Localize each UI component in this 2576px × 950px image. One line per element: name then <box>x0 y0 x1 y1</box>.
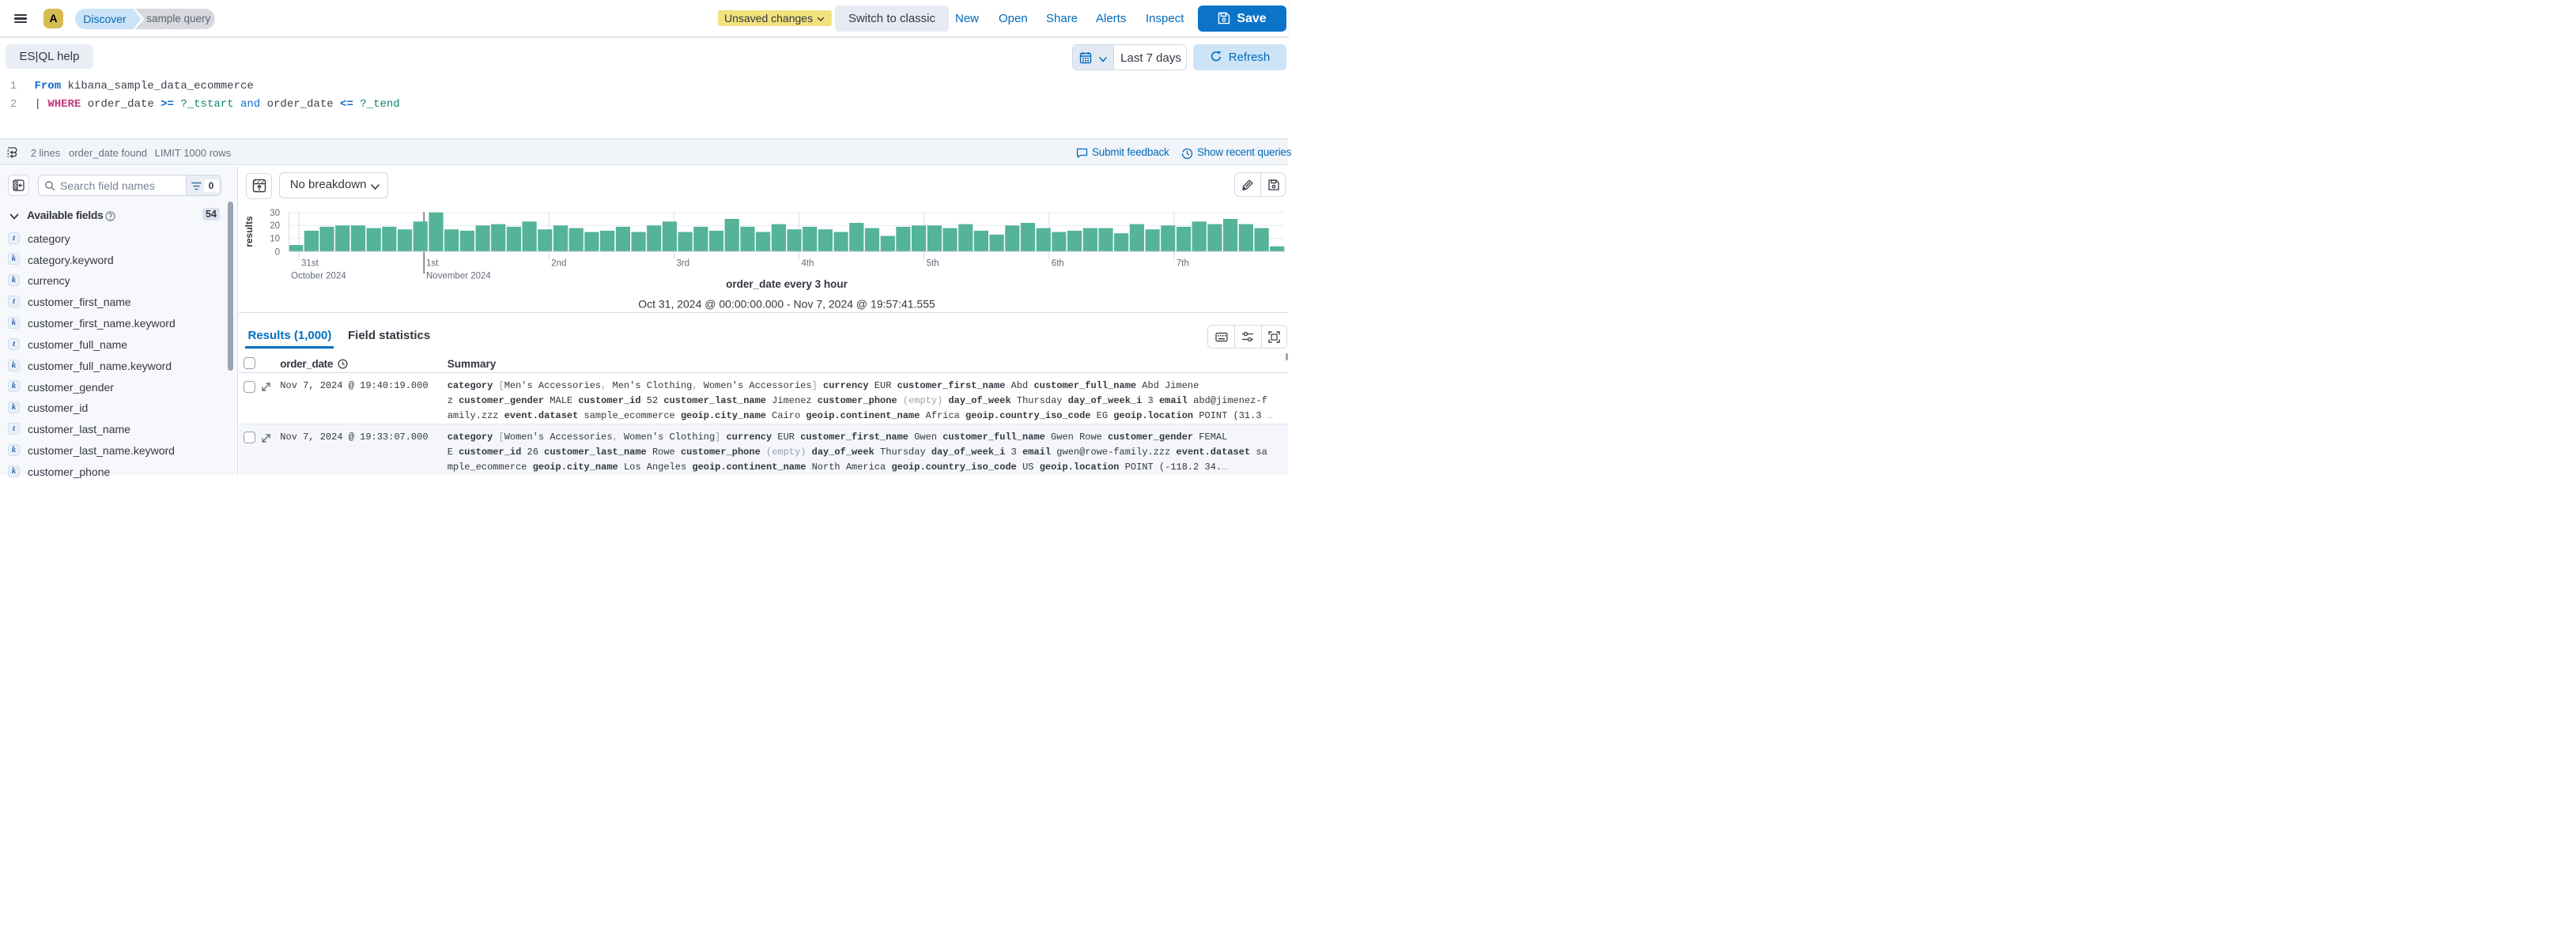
svg-text:order_date every 3 hour: order_date every 3 hour <box>726 278 848 290</box>
svg-text:5th: 5th <box>927 259 939 269</box>
svg-text:31st: 31st <box>301 259 319 269</box>
svg-text:Oct 31, 2024 @ 00:00:00.000 -: Oct 31, 2024 @ 00:00:00.000 - Nov 7, 202… <box>638 298 935 311</box>
svg-text:7th: 7th <box>1177 259 1189 269</box>
svg-text:6th: 6th <box>1052 259 1064 269</box>
svg-text:3rd: 3rd <box>676 259 689 269</box>
svg-text:30: 30 <box>270 209 280 218</box>
svg-text:November 2024: November 2024 <box>426 272 491 281</box>
svg-text:0: 0 <box>275 247 280 257</box>
svg-text:1st: 1st <box>426 259 439 269</box>
svg-text:results: results <box>244 216 255 247</box>
svg-text:4th: 4th <box>802 259 814 269</box>
svg-text:October 2024: October 2024 <box>291 272 346 281</box>
svg-text:10: 10 <box>270 235 280 244</box>
svg-text:2nd: 2nd <box>551 259 566 269</box>
svg-text:20: 20 <box>270 221 280 231</box>
